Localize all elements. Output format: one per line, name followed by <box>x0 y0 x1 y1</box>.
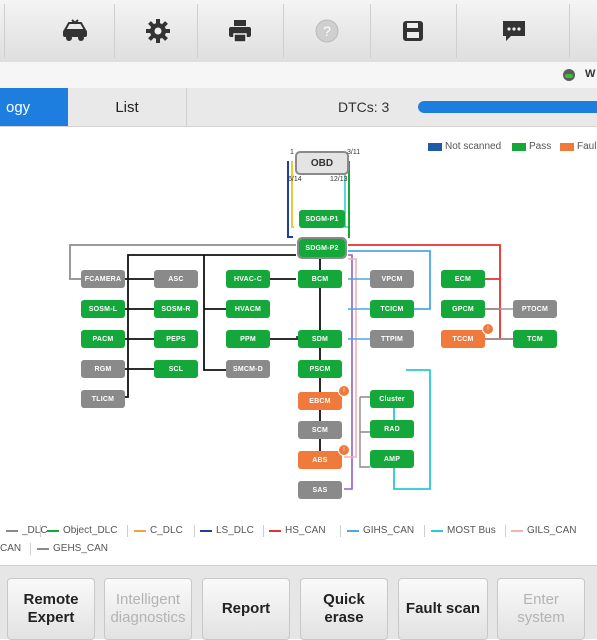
chat-icon[interactable] <box>494 14 534 48</box>
ecu-scl[interactable]: SCL <box>154 360 198 378</box>
report-button[interactable]: Report <box>202 578 290 640</box>
quick-erase-button[interactable]: Quick erase <box>300 578 388 640</box>
connection-icon <box>563 69 575 81</box>
ecu-tlicm[interactable]: TLICM <box>81 390 125 408</box>
obd-pin-12-13: 12/13 <box>330 176 348 183</box>
ecu-gpcm[interactable]: GPCM <box>441 300 485 318</box>
tab-list[interactable]: List <box>68 88 187 126</box>
ecu-ttpim[interactable]: TTPIM <box>370 330 414 348</box>
ecu-tcicm[interactable]: TCICM <box>370 300 414 318</box>
tab-list-label: List <box>115 98 139 116</box>
bus-legend-dlc: _DLC <box>6 525 48 536</box>
bottom-action-bar: Remote Expert Intelligent diagnostics Repo… <box>0 565 597 640</box>
bus-legend-object-dlc: Object_DLC <box>47 525 117 536</box>
ecu-asc[interactable]: ASC <box>154 270 198 288</box>
ecu-vpcm[interactable]: VPCM <box>370 270 414 288</box>
ecu-sdgm-p1[interactable]: SDGM-P1 <box>299 210 345 228</box>
bus-legend-c-dlc: C_DLC <box>134 525 183 536</box>
ecu-ebcm[interactable]: EBCM <box>298 392 342 410</box>
ecu-pscm[interactable]: PSCM <box>298 360 342 378</box>
enter-system-button[interactable]: Enter system <box>497 578 585 640</box>
obd-pin-1: 1 <box>290 149 294 156</box>
ecu-sdm[interactable]: SDM <box>298 330 342 348</box>
fault-badge-ebcm: ! <box>338 385 350 397</box>
ecu-bcm[interactable]: BCM <box>298 270 342 288</box>
bus-legend-most-bus: MOST Bus <box>431 525 496 536</box>
ecu-amp[interactable]: AMP <box>370 450 414 468</box>
topology-diagram: Not scanned Pass Faul OBD 1 3/11 6/14 12… <box>0 127 597 561</box>
obd-pin-6-14: 6/14 <box>288 176 302 183</box>
svg-text:?: ? <box>323 23 331 39</box>
ecu-hvacm[interactable]: HVACM <box>226 300 270 318</box>
help-icon: ? <box>307 14 347 48</box>
ecu-fcamera[interactable]: FCAMERA <box>81 270 125 288</box>
ecu-abs[interactable]: ABS <box>298 451 342 469</box>
ecu-tccm[interactable]: TCCM <box>441 330 485 348</box>
status-label: W <box>585 68 596 80</box>
scan-progress-bar <box>418 101 597 113</box>
scan-progress-fill <box>418 101 597 113</box>
fault-badge-abs: ! <box>338 444 350 456</box>
ecu-sdgm-p2[interactable]: SDGM-P2 <box>297 237 347 259</box>
save-icon[interactable] <box>393 14 433 48</box>
ecu-ecm[interactable]: ECM <box>441 270 485 288</box>
ecu-pacm[interactable]: PACM <box>81 330 125 348</box>
car-icon[interactable] <box>55 14 95 48</box>
ecu-scm[interactable]: SCM <box>298 421 342 439</box>
ecu-rad[interactable]: RAD <box>370 420 414 438</box>
ecu-ptocm[interactable]: PTOCM <box>513 300 557 318</box>
tab-topology[interactable]: ogy <box>0 88 68 126</box>
bus-legend-gehs-can: GEHS_CAN <box>37 543 108 554</box>
ecu-sosm-l[interactable]: SOSM-L <box>81 300 125 318</box>
fault-scan-button[interactable]: Fault scan <box>398 578 488 640</box>
ecu-sas[interactable]: SAS <box>298 481 342 499</box>
dtc-count: DTCs: 3 <box>338 99 390 115</box>
bus-legend-hs-can: HS_CAN <box>269 525 326 536</box>
gear-icon[interactable] <box>138 14 178 48</box>
bus-legend-gihs-can: GIHS_CAN <box>347 525 414 536</box>
tab-topology-label: ogy <box>6 98 31 116</box>
obd-connector: OBD <box>295 151 349 175</box>
printer-icon[interactable] <box>220 14 260 48</box>
bus-legend-gils-can: GILS_CAN <box>511 525 576 536</box>
fault-badge-tccm: ! <box>482 323 494 335</box>
ecu-cluster[interactable]: Cluster <box>370 390 414 408</box>
ecu-peps[interactable]: PEPS <box>154 330 198 348</box>
top-toolbar: ? <box>0 0 597 63</box>
ecu-smcm-d[interactable]: SMCM-D <box>226 360 270 378</box>
obd-pin-3-11: 3/11 <box>347 149 361 156</box>
ecu-hvac-c[interactable]: HVAC-C <box>226 270 270 288</box>
bus-legend-ls-dlc: LS_DLC <box>200 525 254 536</box>
view-tab-bar: ogy List DTCs: 3 <box>0 88 597 127</box>
ecu-sosm-r[interactable]: SOSM-R <box>154 300 198 318</box>
ecu-ppm[interactable]: PPM <box>226 330 270 348</box>
remote-expert-button[interactable]: Remote Expert <box>7 578 95 640</box>
status-bar: W <box>0 62 597 89</box>
ecu-rgm[interactable]: RGM <box>81 360 125 378</box>
bus-legend-can: CAN <box>0 543 22 554</box>
ecu-tcm[interactable]: TCM <box>513 330 557 348</box>
intelligent-diagnostics-button[interactable]: Intelligent diagnostics <box>104 578 192 640</box>
